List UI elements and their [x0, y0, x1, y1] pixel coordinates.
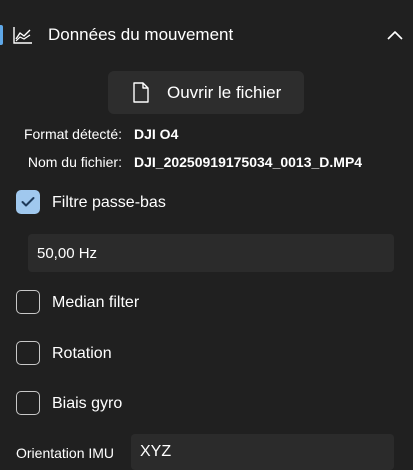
- gyro-bias-label: Biais gyro: [52, 395, 123, 412]
- filename-value: DJI_20250919175034_0013_D.MP4: [134, 154, 363, 170]
- lowpass-filter-option[interactable]: Filtre passe-bas: [16, 190, 396, 216]
- lowpass-filter-checkbox[interactable]: [16, 190, 40, 214]
- rotation-option[interactable]: Rotation: [16, 341, 396, 367]
- motion-data-section-header[interactable]: Données du mouvement: [0, 0, 413, 70]
- rotation-label: Rotation: [52, 345, 112, 362]
- imu-orientation-row: Orientation IMU XYZ: [0, 434, 413, 470]
- filename-label: Nom du fichier:: [27, 154, 122, 170]
- detected-format-value: DJI O4: [134, 126, 179, 142]
- section-title: Données du mouvement: [48, 25, 234, 44]
- imu-orientation-label: Orientation IMU: [16, 445, 115, 461]
- file-icon: [133, 82, 149, 103]
- rotation-checkbox[interactable]: [16, 341, 40, 365]
- detected-format-label: Format détecté:: [23, 126, 122, 142]
- median-filter-label: Median filter: [52, 294, 140, 311]
- lowpass-filter-label: Filtre passe-bas: [52, 194, 166, 211]
- area-chart-icon: [13, 27, 32, 44]
- chevron-up-icon[interactable]: [386, 28, 404, 42]
- imu-orientation-input[interactable]: XYZ: [131, 434, 394, 470]
- gyro-bias-option[interactable]: Biais gyro: [16, 391, 396, 417]
- open-file-button[interactable]: Ouvrir le fichier: [108, 71, 304, 114]
- detected-format-row: Format détecté: DJI O4: [0, 125, 413, 143]
- checkmark-icon: [21, 197, 35, 207]
- median-filter-option[interactable]: Median filter: [16, 290, 396, 316]
- median-filter-checkbox[interactable]: [16, 290, 40, 314]
- filename-row: Nom du fichier: DJI_20250919175034_0013_…: [0, 153, 413, 171]
- lowpass-frequency-input[interactable]: [28, 234, 394, 272]
- open-file-label: Ouvrir le fichier: [167, 83, 282, 102]
- gyro-bias-checkbox[interactable]: [16, 391, 40, 415]
